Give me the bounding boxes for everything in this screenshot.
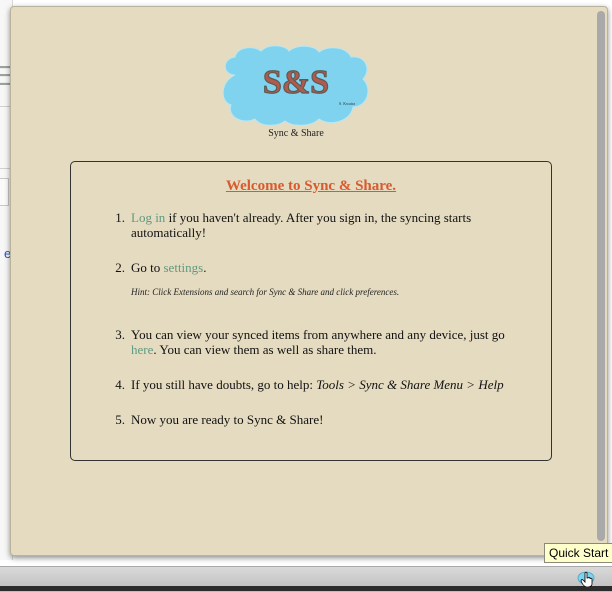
logo-caption: Sync & Share: [268, 128, 324, 139]
step-3-suffix: . You can view them as well as share the…: [153, 342, 377, 357]
quick-start-tooltip: Quick Start: [544, 543, 612, 563]
step-2-prefix: Go to: [131, 260, 164, 275]
settings-link[interactable]: settings: [164, 260, 204, 275]
page-input-fragment[interactable]: [0, 178, 9, 206]
step-1-text: if you haven't already. After you sign i…: [131, 210, 472, 240]
step-number: 5.: [115, 412, 125, 427]
sync-share-status-icon[interactable]: S: [576, 569, 596, 587]
step-number: 2.: [115, 260, 125, 275]
sync-share-logo: S&S S. Kwatra: [222, 45, 369, 126]
welcome-box: Welcome to Sync & Share. 1. Log in if yo…: [70, 161, 552, 461]
step-text: Go to settings.: [131, 260, 525, 275]
step-text: Log in if you haven't already. After you…: [131, 210, 525, 240]
sync-share-popup-panel: S&S S. Kwatra Sync & Share Welcome to Sy…: [10, 6, 608, 556]
step-number: 1.: [115, 210, 125, 225]
logo-text: S&S: [263, 64, 329, 101]
settings-hint: Hint: Click Extensions and search for Sy…: [131, 287, 400, 297]
step-4-prefix: If you still have doubts, go to help:: [131, 377, 317, 392]
log-in-link[interactable]: Log in: [131, 210, 165, 225]
step-5-text: Now you are ready to Sync & Share!: [131, 412, 324, 427]
logo-subtext: S. Kwatra: [339, 101, 355, 106]
status-bar-bottom-edge: [0, 586, 612, 591]
step-number: 3.: [115, 327, 125, 342]
step-3-prefix: You can view your synced items from anyw…: [131, 327, 505, 342]
here-link[interactable]: here: [131, 342, 153, 357]
scrollbar-thumb[interactable]: [597, 11, 605, 541]
step-2-suffix: .: [203, 260, 207, 275]
help-menu-path: Tools > Sync & Share Menu > Help: [316, 377, 504, 392]
welcome-title: Welcome to Sync & Share.: [225, 178, 397, 194]
step-text: If you still have doubts, go to help: To…: [131, 377, 525, 392]
step-text: You can view your synced items from anyw…: [131, 327, 525, 357]
step-number: 4.: [115, 377, 125, 392]
